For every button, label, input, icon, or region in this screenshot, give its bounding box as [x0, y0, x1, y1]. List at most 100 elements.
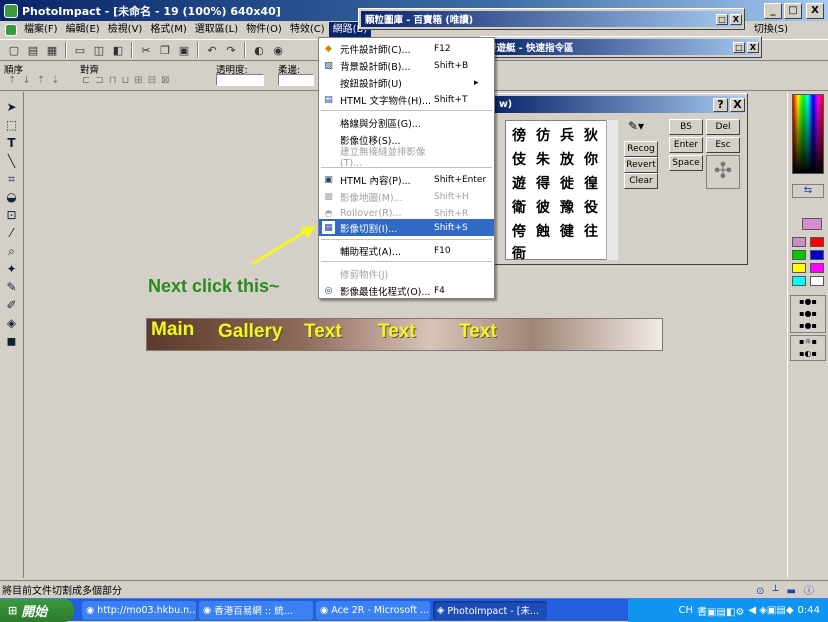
menu-item-assistant[interactable]: 輔助程式(A)... F10 [319, 242, 494, 259]
candidate-char[interactable]: 你 [584, 149, 598, 169]
menu-file[interactable]: 檔案(F) [20, 22, 62, 38]
eyedropper-tool-icon[interactable]: ⁄ [4, 226, 20, 241]
menu-item-image-map[interactable]: ▩ 影像地圖(M)... Shift+H [319, 188, 494, 205]
candidate-char[interactable]: 徬 [512, 125, 526, 145]
bucket-tool-icon[interactable]: ◒ [4, 190, 20, 205]
candidate-char[interactable]: 侉 [512, 221, 526, 241]
brightness-adjust-icon[interactable]: ▪☼▪ ▪◐▪ [790, 335, 826, 361]
shape-tool-icon[interactable]: ◼ [4, 334, 20, 349]
candidate-scrollbar[interactable] [606, 120, 618, 260]
gallery-restore-button[interactable]: □ [716, 13, 728, 25]
candidate-char[interactable]: 衙 [512, 243, 526, 263]
foreground-color-swatch[interactable] [802, 218, 822, 230]
menu-item-optimizer[interactable]: ◎ 影像最佳化程式(O)... F4 [319, 282, 494, 299]
candidate-char[interactable]: 徨 [584, 173, 598, 193]
candidate-char[interactable]: 朱 [536, 149, 550, 169]
candidate-char[interactable]: 往 [584, 221, 598, 241]
tray-icons[interactable]: ◀ ◈▣▤◆ [748, 605, 793, 616]
opacity-field[interactable] [216, 74, 264, 86]
paste-icon[interactable]: ▣ [176, 42, 192, 58]
order-arrows-icon[interactable]: ↑↓⇡⇣ [8, 75, 66, 86]
candidate-char[interactable]: 放 [560, 149, 574, 169]
line-tool-icon[interactable]: ╲ [4, 154, 20, 169]
ime-indicator[interactable]: CH [679, 605, 694, 616]
menu-item-component-designer[interactable]: ◆ 元件設計師(C)... F12 [319, 40, 494, 57]
ime-tools-icon[interactable]: 書▣▤◧⚙ [697, 603, 744, 618]
candidate-char[interactable]: 狄 [584, 125, 598, 145]
soften-field[interactable] [278, 74, 314, 86]
taskbar-item-browser[interactable]: ◉ http://mo03.hkbu.n... [82, 600, 196, 620]
recog-button[interactable]: Recog [624, 141, 658, 157]
candidate-char[interactable]: 徤 [560, 221, 574, 241]
swap-colors-icon[interactable]: ⇆ [792, 184, 824, 198]
backspace-button[interactable]: BS [669, 119, 703, 135]
menu-format[interactable]: 格式(M) [146, 22, 190, 38]
clear-button[interactable]: Clear [624, 173, 658, 189]
menu-item-html-properties[interactable]: ▣ HTML 內容(P)... Shift+Enter [319, 171, 494, 188]
clone-tool-icon[interactable]: ✐ [4, 298, 20, 313]
menu-item-button-designer[interactable]: 按鈕設計師(U) ▸ [319, 74, 494, 91]
zoom-icon[interactable]: ◉ [270, 42, 286, 58]
candidate-char-list[interactable]: 徬 彷 兵 狄 伎 朱 放 你 遊 得 徙 徨 衛 彼 豫 役 侉 蝕 徤 往 … [505, 120, 617, 263]
pen-icon[interactable]: ✎▾ [628, 119, 644, 133]
open-file-icon[interactable]: ▤ [25, 42, 41, 58]
menu-item-html-text[interactable]: ▤ HTML 文字物件(H)... Shift+T [319, 91, 494, 108]
color-swatch[interactable] [792, 250, 806, 260]
candidate-char[interactable]: 役 [584, 197, 598, 217]
candidate-char[interactable]: 伎 [512, 149, 526, 169]
color-swatch[interactable] [792, 263, 806, 273]
save-icon[interactable]: ▦ [44, 42, 60, 58]
new-file-icon[interactable]: ▢ [6, 42, 22, 58]
menu-effect[interactable]: 特效(C) [286, 22, 329, 38]
menu-item-seamless-tile[interactable]: 建立無接縫並排影像(T)... [319, 147, 494, 169]
lasso-tool-icon[interactable]: ✦ [4, 262, 20, 277]
crop-tool-icon[interactable]: ⌗ [4, 172, 20, 187]
zoom-tool-icon[interactable]: ⌕ [4, 244, 20, 259]
menu-object[interactable]: 物件(O) [242, 22, 286, 38]
align-buttons-icon[interactable]: ⊏⊐⊓⊔⊞⊟⊠ [82, 75, 175, 86]
copy-icon[interactable]: ❐ [157, 42, 173, 58]
candidate-char[interactable]: 豫 [560, 197, 574, 217]
marquee-tool-icon[interactable]: ⊡ [4, 208, 20, 223]
color-swatch[interactable] [810, 276, 824, 286]
candidate-char[interactable]: 得 [536, 173, 550, 193]
color-swatch[interactable] [792, 276, 806, 286]
color-picker[interactable] [792, 94, 824, 174]
menu-item-image-slicer[interactable]: ▦ 影像切割(I)... Shift+S [319, 219, 494, 236]
quick-close-button[interactable]: X [747, 41, 759, 53]
color-swatch[interactable] [810, 237, 824, 247]
menu-view[interactable]: 檢視(V) [104, 22, 147, 38]
banner-image[interactable]: Main Gallery Text Text Text [146, 318, 663, 351]
candidate-char[interactable]: 遊 [512, 173, 526, 193]
redo-icon[interactable]: ↷ [223, 42, 239, 58]
undo-icon[interactable]: ↶ [204, 42, 220, 58]
enter-button[interactable]: Enter [669, 137, 703, 153]
taskbar-item-photoimpact[interactable]: ◈ PhotoImpact - [未... [433, 600, 547, 620]
cut-icon[interactable]: ✂ [138, 42, 154, 58]
color-swatch[interactable] [810, 263, 824, 273]
candidate-char[interactable]: 彼 [536, 197, 550, 217]
scan-icon[interactable]: ◧ [110, 42, 126, 58]
menu-selection[interactable]: 選取區(L) [191, 22, 242, 38]
close-button[interactable]: X [806, 2, 824, 19]
maximize-button[interactable]: □ [784, 2, 802, 19]
start-button[interactable]: ⊞ 開始 [0, 598, 74, 622]
color-swatch[interactable] [792, 237, 806, 247]
rgb-adjust-icon[interactable]: ▪●▪ ▪●▪ ▪●▪ [790, 295, 826, 333]
space-button[interactable]: Space [669, 155, 703, 171]
help-button[interactable]: ? [713, 97, 728, 112]
print-icon[interactable]: ▭ [72, 42, 88, 58]
transform-tool-icon[interactable]: ⬚ [4, 118, 20, 133]
menu-item-background-designer[interactable]: ▨ 背景設計師(B)... Shift+B [319, 57, 494, 74]
palette-icon[interactable]: ◐ [251, 42, 267, 58]
text-tool-icon[interactable]: T [4, 136, 20, 151]
candidate-char[interactable]: 蝕 [536, 221, 550, 241]
handwriting-close-button[interactable]: X [730, 97, 745, 112]
print-preview-icon[interactable]: ◫ [91, 42, 107, 58]
taskbar-item-ace[interactable]: ◉ Ace 2R - Microsoft ... [316, 600, 430, 620]
gallery-close-button[interactable]: X [730, 13, 742, 25]
taskbar-item-forum[interactable]: ◉ 香港百易網 :: 統... [199, 600, 313, 620]
menu-item-trim-object[interactable]: 修剪物件(J) [319, 265, 494, 282]
pick-tool-icon[interactable]: ➤ [4, 100, 20, 115]
candidate-char[interactable]: 兵 [560, 125, 574, 145]
